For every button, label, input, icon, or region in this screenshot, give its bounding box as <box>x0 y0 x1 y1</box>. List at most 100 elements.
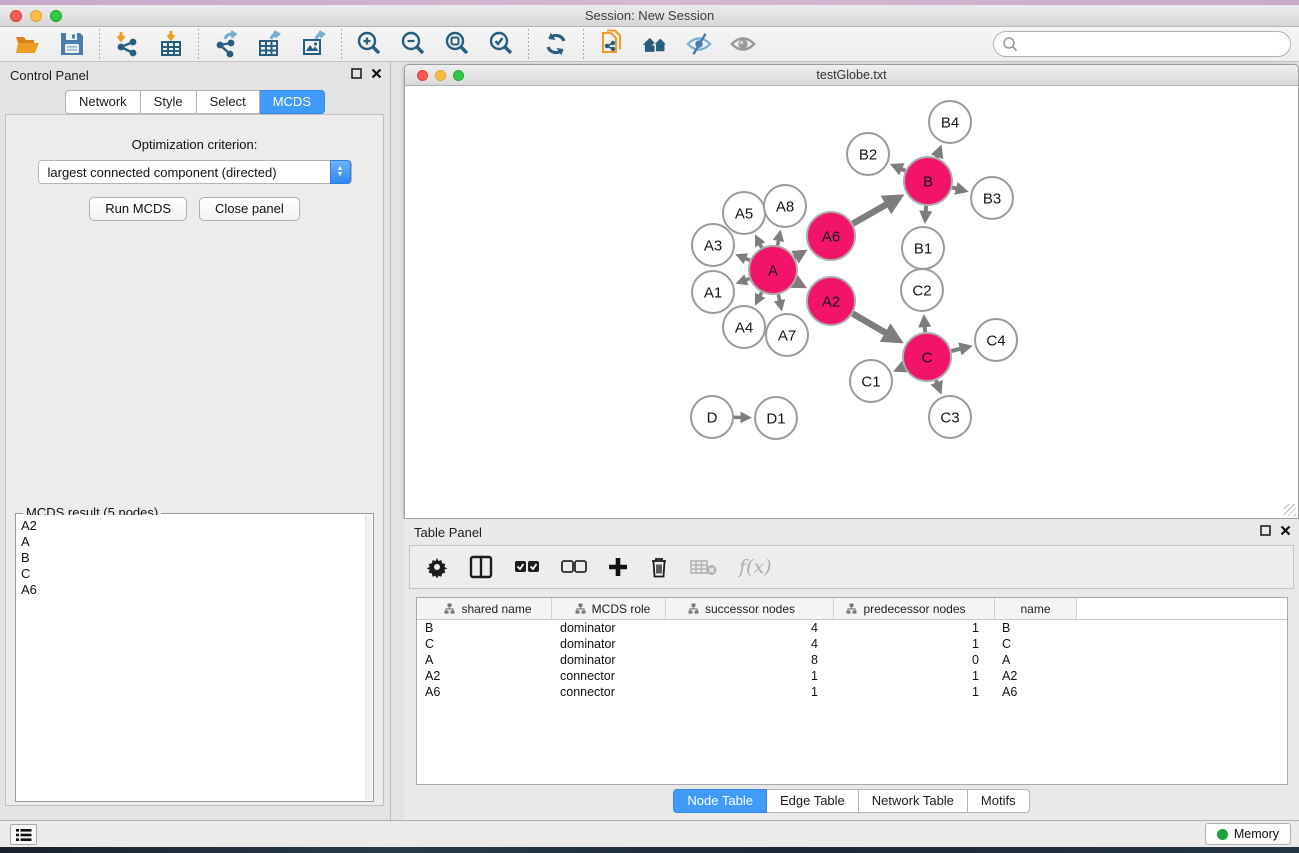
table-row[interactable]: A6connector11A6 <box>417 684 1287 700</box>
graph-node-C[interactable]: C <box>903 333 951 381</box>
import-table-icon[interactable] <box>157 30 185 58</box>
graph-edge-C-C2[interactable] <box>924 318 925 332</box>
column-header-predecessor-nodes[interactable]: predecessor nodes <box>834 598 995 619</box>
graph-node-B4[interactable]: B4 <box>929 101 971 143</box>
graph-edge-A-A8[interactable] <box>778 233 780 245</box>
graph-edge-A-A3[interactable] <box>738 256 750 261</box>
graph-edge-A2-C[interactable] <box>853 314 899 341</box>
graph-edge-A-A6[interactable] <box>795 252 804 258</box>
tab-edge-table[interactable]: Edge Table <box>767 789 859 813</box>
graph-edge-C-C1[interactable] <box>897 367 904 370</box>
graph-node-C3[interactable]: C3 <box>929 396 971 438</box>
memory-button[interactable]: Memory <box>1205 823 1291 845</box>
table-options-gear-icon[interactable] <box>426 556 448 578</box>
zoom-selected-icon[interactable] <box>487 30 515 58</box>
search-field[interactable] <box>993 31 1291 57</box>
graph-node-A6[interactable]: A6 <box>807 212 855 260</box>
table-row[interactable]: Cdominator41C <box>417 636 1287 652</box>
hide-all-columns-icon[interactable] <box>561 560 587 574</box>
function-builder-icon[interactable]: f(x) <box>739 556 772 578</box>
close-panel-icon[interactable] <box>1280 525 1291 536</box>
graph-node-B[interactable]: B <box>904 157 952 205</box>
graph-edge-A-A7[interactable] <box>778 294 781 308</box>
zoom-out-icon[interactable] <box>399 30 427 58</box>
toggle-panes-icon[interactable] <box>469 555 493 579</box>
table-row[interactable]: A2connector11A2 <box>417 668 1287 684</box>
table-row[interactable]: Bdominator41B <box>417 620 1287 636</box>
graph-edge-A-A5[interactable] <box>757 238 762 248</box>
tab-style[interactable]: Style <box>141 90 197 114</box>
tab-select[interactable]: Select <box>197 90 260 114</box>
refresh-icon[interactable] <box>542 30 570 58</box>
mcds-result-item[interactable]: B <box>21 550 361 566</box>
tab-network[interactable]: Network <box>65 90 141 114</box>
graph-node-A4[interactable]: A4 <box>723 306 765 348</box>
graph-edge-B-B2[interactable] <box>894 166 906 171</box>
graph-node-B3[interactable]: B3 <box>971 177 1013 219</box>
export-network-icon[interactable] <box>212 30 240 58</box>
resize-grip-icon[interactable] <box>1284 504 1296 516</box>
graph-node-D[interactable]: D <box>691 396 733 438</box>
graph-node-B2[interactable]: B2 <box>847 133 889 175</box>
graph-node-C1[interactable]: C1 <box>850 360 892 402</box>
hide-labels-icon[interactable] <box>685 30 713 58</box>
float-panel-icon[interactable] <box>351 68 362 79</box>
graph-node-A8[interactable]: A8 <box>764 185 806 227</box>
tab-network-table[interactable]: Network Table <box>859 789 968 813</box>
search-input[interactable] <box>1019 34 1290 54</box>
home-icon[interactable] <box>641 30 669 58</box>
zoom-in-icon[interactable] <box>355 30 383 58</box>
graph-edge-A-A1[interactable] <box>739 279 750 283</box>
save-session-icon[interactable] <box>58 30 86 58</box>
graph-node-C2[interactable]: C2 <box>901 269 943 311</box>
show-eye-icon[interactable] <box>729 30 757 58</box>
column-header-successor-nodes[interactable]: successor nodes <box>666 598 834 619</box>
tab-mcds[interactable]: MCDS <box>260 90 325 114</box>
graph-edge-C-C4[interactable] <box>951 347 969 351</box>
mcds-result-list[interactable]: A2 A B C A6 <box>17 515 365 800</box>
task-history-button[interactable] <box>10 824 37 845</box>
mcds-result-item[interactable]: A <box>21 534 361 550</box>
run-mcds-button[interactable]: Run MCDS <box>89 197 187 221</box>
tab-node-table[interactable]: Node Table <box>673 789 767 813</box>
graph-edge-B-B4[interactable] <box>937 148 941 157</box>
add-column-icon[interactable] <box>608 557 628 577</box>
graph-node-B1[interactable]: B1 <box>902 227 944 269</box>
graph-node-A[interactable]: A <box>749 246 797 294</box>
graph-edge-B-B3[interactable] <box>952 187 965 190</box>
mcds-result-item[interactable]: A2 <box>21 518 361 534</box>
export-image-icon[interactable] <box>300 30 328 58</box>
graph-node-A5[interactable]: A5 <box>723 192 765 234</box>
graph-edge-B-B1[interactable] <box>925 206 926 220</box>
network-window-titlebar[interactable]: testGlobe.txt <box>405 65 1298 86</box>
mcds-result-item[interactable]: A6 <box>21 582 361 598</box>
graph-edge-C-C3[interactable] <box>936 380 940 391</box>
close-panel-icon[interactable] <box>371 68 382 79</box>
open-session-icon[interactable] <box>14 30 42 58</box>
graph-node-A7[interactable]: A7 <box>766 314 808 356</box>
graph-edge-A-A4[interactable] <box>757 292 762 302</box>
column-header-mcds-role[interactable]: MCDS role <box>552 598 666 619</box>
zoom-fit-icon[interactable] <box>443 30 471 58</box>
table-row[interactable]: Adominator80A <box>417 652 1287 668</box>
tab-motifs[interactable]: Motifs <box>968 789 1030 813</box>
mcds-result-item[interactable]: C <box>21 566 361 582</box>
graph-node-A1[interactable]: A1 <box>692 271 734 313</box>
show-all-columns-icon[interactable] <box>514 560 540 574</box>
network-file-icon[interactable] <box>597 30 625 58</box>
delete-table-icon[interactable] <box>690 558 718 576</box>
graph-edge-A6-B[interactable] <box>853 198 899 224</box>
graph-edge-A-A2[interactable] <box>795 282 803 286</box>
column-header-shared-name[interactable]: shared name <box>417 598 552 619</box>
delete-column-icon[interactable] <box>649 556 669 578</box>
network-canvas[interactable]: AA1A2A3A4A5A6A7A8BB1B2B3B4CC1C2C3C4DD1 <box>405 86 1298 518</box>
mcds-list-scrollbar[interactable] <box>365 515 372 800</box>
graph-node-D1[interactable]: D1 <box>755 397 797 439</box>
criterion-dropdown[interactable]: largest connected component (directed) ▲… <box>38 160 352 184</box>
close-panel-button[interactable]: Close panel <box>199 197 300 221</box>
float-panel-icon[interactable] <box>1260 525 1271 536</box>
graph-node-A3[interactable]: A3 <box>692 224 734 266</box>
export-table-icon[interactable] <box>256 30 284 58</box>
node-table[interactable]: shared name MCDS role successor nodes pr… <box>416 597 1288 785</box>
import-network-icon[interactable] <box>113 30 141 58</box>
